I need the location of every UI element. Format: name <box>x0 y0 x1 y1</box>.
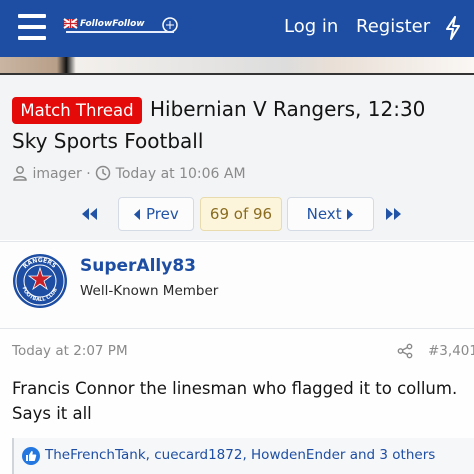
bolt-icon[interactable] <box>444 16 462 40</box>
next-page-button[interactable]: Next <box>287 197 374 231</box>
header-banner-image <box>0 57 474 74</box>
thread-title: Hibernian V Rangers, 12:30 <box>150 97 426 121</box>
post-number-link[interactable]: #3,401 <box>428 343 474 359</box>
thread-title-continued: Sky Sports Football <box>12 129 204 153</box>
prev-page-button[interactable]: Prev <box>118 197 194 231</box>
clock-icon <box>95 165 111 181</box>
meta-separator: · <box>86 166 91 182</box>
like-icon[interactable] <box>22 447 40 465</box>
next-label: Next <box>306 205 342 223</box>
post-username[interactable]: SuperAlly83 <box>80 256 196 276</box>
register-link[interactable]: Register <box>356 16 430 37</box>
thread-start-time[interactable]: Today at 10:06 AM <box>116 166 246 182</box>
login-link[interactable]: Log in <box>284 16 338 37</box>
share-icon[interactable] <box>397 343 413 359</box>
user-icon <box>13 166 27 181</box>
double-chevron-left-icon[interactable] <box>80 207 98 221</box>
reaction-users-link[interactable]: TheFrenchTank, cuecard1872, HowdenEnder … <box>45 447 435 463</box>
chevron-left-icon <box>134 209 141 220</box>
logo-text: FollowFollow <box>80 19 145 29</box>
thread-prefix-badge[interactable]: Match Thread <box>12 97 142 124</box>
current-page-indicator[interactable]: 69 of 96 <box>200 197 282 231</box>
thread-meta: imager · Today at 10:06 AM <box>12 165 246 185</box>
post-message-line: Francis Connor the linesman who flagged … <box>12 379 458 398</box>
site-logo[interactable]: FollowFollow <box>62 16 182 38</box>
double-chevron-right-icon[interactable] <box>385 207 403 221</box>
logo-underline <box>66 31 174 33</box>
post-user-header <box>0 241 474 329</box>
prev-label: Prev <box>146 205 179 223</box>
post-user-title: Well-Known Member <box>80 283 219 299</box>
avatar[interactable]: RANGERS FOOTBALL CLUB <box>12 253 68 309</box>
chevron-right-icon <box>347 209 354 220</box>
thread-author[interactable]: imager <box>32 166 81 182</box>
hamburger-icon[interactable] <box>18 14 46 40</box>
post-timestamp[interactable]: Today at 2:07 PM <box>12 343 128 359</box>
post-message-line: Says it all <box>12 404 92 423</box>
